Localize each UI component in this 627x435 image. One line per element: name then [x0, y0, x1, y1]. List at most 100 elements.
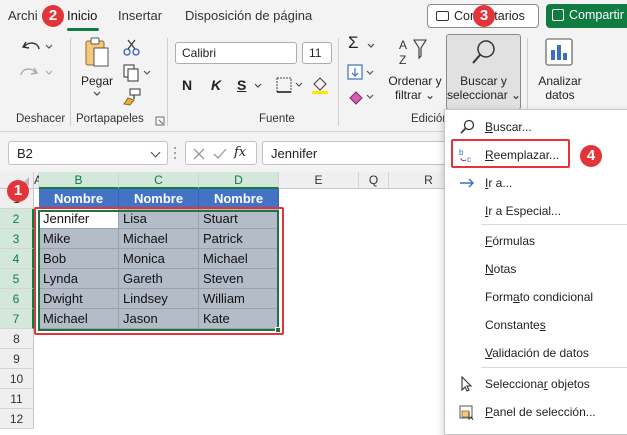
table-cell[interactable]: William: [199, 289, 279, 309]
row-header[interactable]: 6: [0, 289, 34, 309]
clear-icon[interactable]: [346, 88, 378, 106]
menu-item-validacion[interactable]: Validación de datos: [445, 341, 627, 365]
menu-item-ir-a[interactable]: Ir a...: [445, 171, 627, 195]
chevron-down-icon[interactable]: [92, 90, 102, 98]
analyze-data-label-2[interactable]: datos: [533, 88, 587, 102]
table-cell[interactable]: Michael: [119, 229, 199, 249]
format-painter-icon[interactable]: [122, 88, 142, 106]
row-header[interactable]: 3: [0, 229, 34, 249]
menu-item-ir-a-especial[interactable]: Ir a Especial...: [445, 199, 627, 223]
menu-item-formato-condicional[interactable]: Formato condicional: [445, 285, 627, 309]
replace-icon: b c: [459, 148, 471, 163]
table-cell[interactable]: Kate: [199, 309, 279, 329]
menu-item-seleccionar-objetos[interactable]: Seleccionar objetos: [445, 372, 627, 396]
group-divider: [167, 38, 168, 126]
dialog-launcher-icon[interactable]: [155, 116, 165, 126]
svg-text:A: A: [399, 38, 407, 52]
row-header[interactable]: 8: [0, 329, 34, 349]
menu-item-notas[interactable]: Notas: [445, 257, 627, 281]
sort-filter-icon[interactable]: A Z: [396, 36, 430, 72]
chevron-down-icon[interactable]: [366, 42, 376, 50]
copy-icon[interactable]: [122, 64, 152, 82]
table-cell[interactable]: Lindsey: [119, 289, 199, 309]
italic-button[interactable]: K: [211, 77, 221, 93]
bold-button[interactable]: N: [182, 77, 192, 93]
row-header[interactable]: 4: [0, 249, 34, 269]
row-header[interactable]: 2: [0, 209, 34, 229]
tab-insertar[interactable]: Insertar: [118, 8, 162, 23]
font-size-combo[interactable]: 11: [302, 42, 332, 64]
menu-item-buscar[interactable]: Buscar...: [445, 115, 627, 139]
enter-check-icon[interactable]: [213, 147, 227, 161]
underline-button[interactable]: S: [237, 77, 246, 93]
name-box[interactable]: B2: [8, 141, 168, 165]
table-cell-active[interactable]: Jennifer: [39, 209, 119, 229]
tab-disposicion[interactable]: Disposición de página: [185, 8, 312, 23]
column-header-d[interactable]: D: [199, 172, 279, 189]
table-cell[interactable]: Gareth: [119, 269, 199, 289]
redo-icon[interactable]: [20, 64, 54, 84]
table-cell[interactable]: Monica: [119, 249, 199, 269]
cancel-icon[interactable]: [192, 147, 206, 161]
fill-handle[interactable]: [275, 327, 281, 333]
fill-color-icon[interactable]: [310, 76, 330, 94]
svg-text:Z: Z: [399, 53, 406, 67]
magnifier-icon: [460, 119, 475, 134]
table-cell[interactable]: Lisa: [119, 209, 199, 229]
table-cell[interactable]: Bob: [39, 249, 119, 269]
magnifier-icon: [472, 40, 495, 64]
table-header-cell[interactable]: Nombre: [119, 189, 199, 209]
row-header[interactable]: 11: [0, 389, 34, 409]
step-badge-1: 1: [7, 180, 29, 202]
table-cell[interactable]: Michael: [39, 309, 119, 329]
fill-down-icon[interactable]: [346, 64, 378, 82]
borders-icon[interactable]: [275, 76, 305, 94]
cut-icon[interactable]: [122, 38, 142, 56]
column-header-e[interactable]: E: [279, 172, 359, 189]
paste-icon[interactable]: [83, 36, 111, 70]
share-icon: [552, 9, 564, 21]
menu-item-formulas[interactable]: Fórmulas: [445, 229, 627, 253]
insert-function-icon[interactable]: fx: [234, 145, 246, 160]
menu-item-constantes[interactable]: Constantes: [445, 313, 627, 337]
undo-icon[interactable]: [20, 38, 54, 58]
paste-label[interactable]: Pegar: [81, 74, 113, 88]
analyze-data-label[interactable]: Analizar: [533, 74, 587, 88]
table-cell[interactable]: Michael: [199, 249, 279, 269]
chevron-down-icon[interactable]: [253, 82, 263, 90]
table-cell[interactable]: Lynda: [39, 269, 119, 289]
column-header-b[interactable]: B: [39, 172, 119, 189]
svg-text:b: b: [459, 148, 464, 157]
group-divider: [70, 38, 71, 126]
table-cell[interactable]: Stuart: [199, 209, 279, 229]
table-header-cell[interactable]: Nombre: [39, 189, 119, 209]
share-button[interactable]: Compartir: [546, 4, 627, 28]
group-label-undo: Deshacer: [16, 113, 66, 125]
row-header[interactable]: 5: [0, 269, 34, 289]
chevron-down-icon[interactable]: [150, 147, 161, 158]
row-header[interactable]: 7: [0, 309, 34, 329]
tab-inicio[interactable]: Inicio: [67, 8, 97, 23]
table-cell[interactable]: Jason: [119, 309, 199, 329]
table-header-cell[interactable]: Nombre: [199, 189, 279, 209]
tab-archivo[interactable]: Archi: [8, 8, 38, 23]
row-header[interactable]: 12: [0, 409, 34, 429]
table-cell[interactable]: Mike: [39, 229, 119, 249]
table-cell[interactable]: Steven: [199, 269, 279, 289]
sort-filter-label-2[interactable]: filtrar ⌄: [386, 88, 444, 102]
sort-filter-label[interactable]: Ordenar y: [386, 74, 444, 88]
table-cell[interactable]: Dwight: [39, 289, 119, 309]
row-header[interactable]: 9: [0, 349, 34, 369]
group-label-font: Fuente: [259, 113, 295, 125]
analyze-data-icon[interactable]: [543, 36, 575, 70]
formula-buttons: fx: [185, 141, 257, 165]
font-name-combo[interactable]: Calibri: [175, 42, 297, 64]
column-header-c[interactable]: C: [119, 172, 199, 189]
autosum-icon[interactable]: Σ: [348, 34, 359, 51]
row-header[interactable]: 10: [0, 369, 34, 389]
drag-handle-icon[interactable]: [172, 146, 178, 160]
column-header-q[interactable]: Q: [359, 172, 389, 189]
menu-item-panel-seleccion[interactable]: Panel de selección...: [445, 400, 627, 424]
step-badge-3: 3: [473, 5, 495, 27]
table-cell[interactable]: Patrick: [199, 229, 279, 249]
